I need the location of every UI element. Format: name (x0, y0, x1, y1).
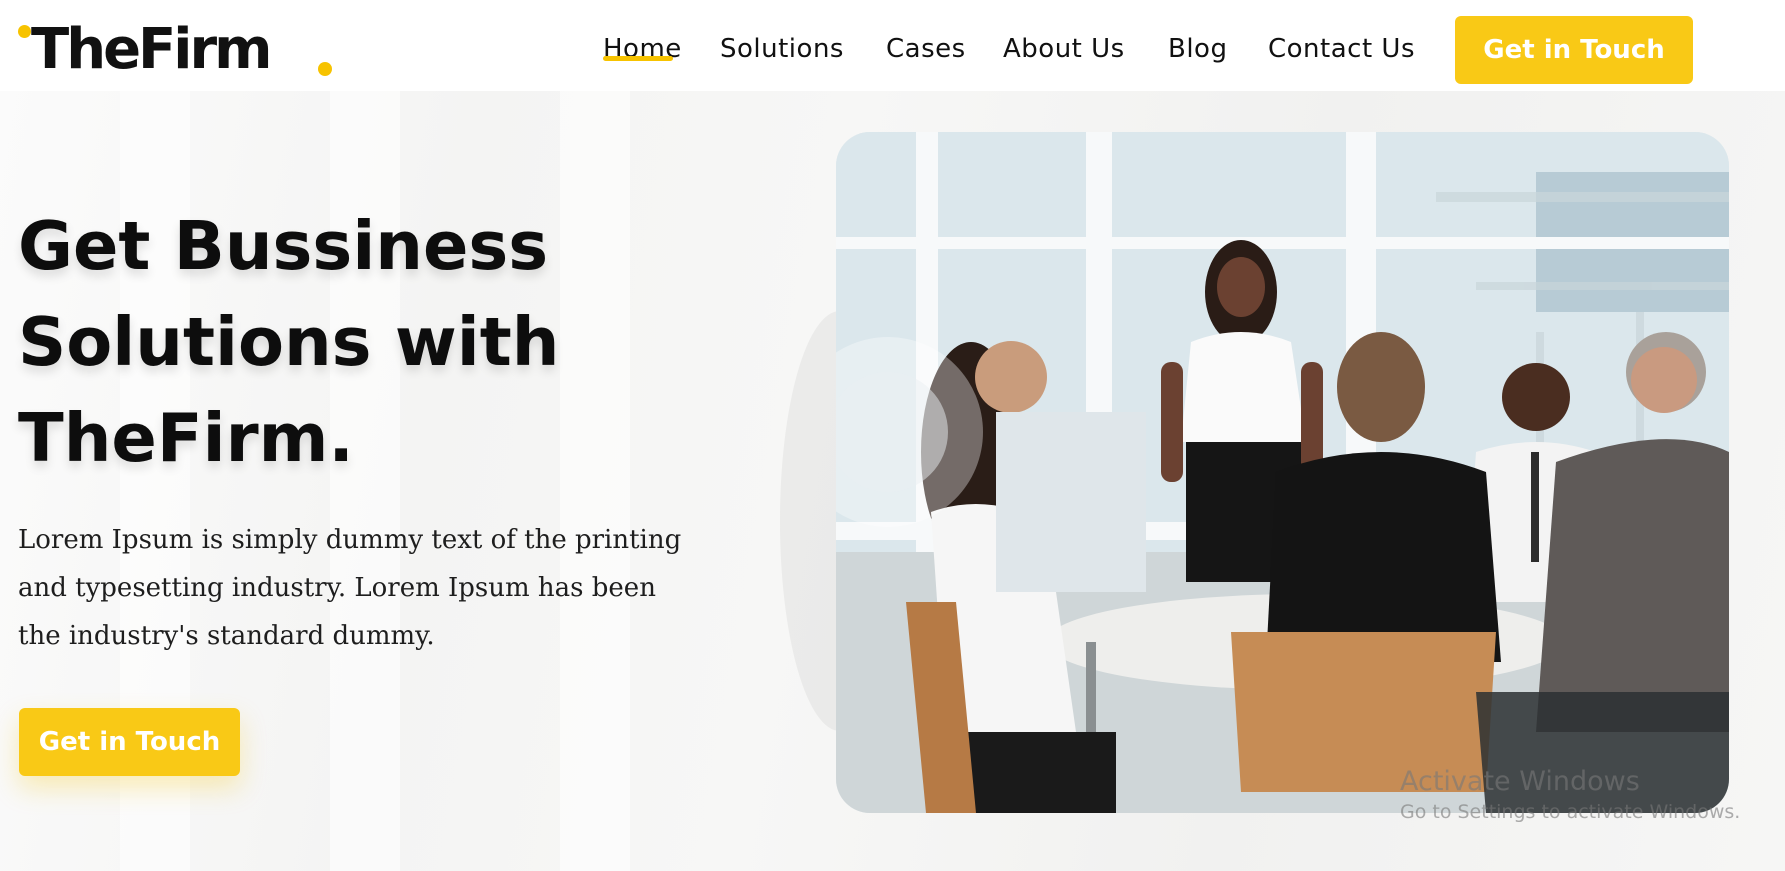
hero-description: Lorem Ipsum is simply dummy text of the … (18, 516, 708, 660)
hero-title: Get Bussiness Solutions with TheFirm. (18, 198, 658, 486)
hero-description-line: Lorem Ipsum is simply dummy text of the … (18, 525, 682, 555)
nav-contact-us[interactable]: Contact Us (1268, 30, 1415, 68)
nav-cases[interactable]: Cases (886, 30, 966, 68)
hero-get-in-touch-button[interactable]: Get in Touch (19, 708, 240, 776)
watermark-title: Activate Windows (1400, 766, 1640, 797)
watermark-subtitle: Go to Settings to activate Windows. (1400, 801, 1741, 823)
hero-image (836, 132, 1729, 813)
active-nav-indicator (603, 56, 673, 61)
site-header: TheFirm Home Solutions Cases About Us Bl… (0, 0, 1785, 91)
nav-home[interactable]: Home (603, 30, 682, 68)
nav-about-us[interactable]: About Us (1003, 30, 1125, 68)
business-meeting-photo (836, 132, 1729, 813)
nav-blog[interactable]: Blog (1168, 30, 1227, 68)
header-get-in-touch-button[interactable]: Get in Touch (1455, 16, 1693, 84)
hero-title-line: TheFirm. (18, 399, 354, 477)
hero-title-line: Get Bussiness (18, 207, 549, 285)
hero-title-line: Solutions with (18, 303, 560, 381)
hero-description-line: and typesetting industry. Lorem Ipsum ha… (18, 573, 656, 603)
nav-solutions[interactable]: Solutions (720, 30, 844, 68)
windows-activation-watermark: Activate Windows Go to Settings to activ… (1400, 765, 1740, 825)
hero-description-line: the industry's standard dummy. (18, 621, 435, 651)
